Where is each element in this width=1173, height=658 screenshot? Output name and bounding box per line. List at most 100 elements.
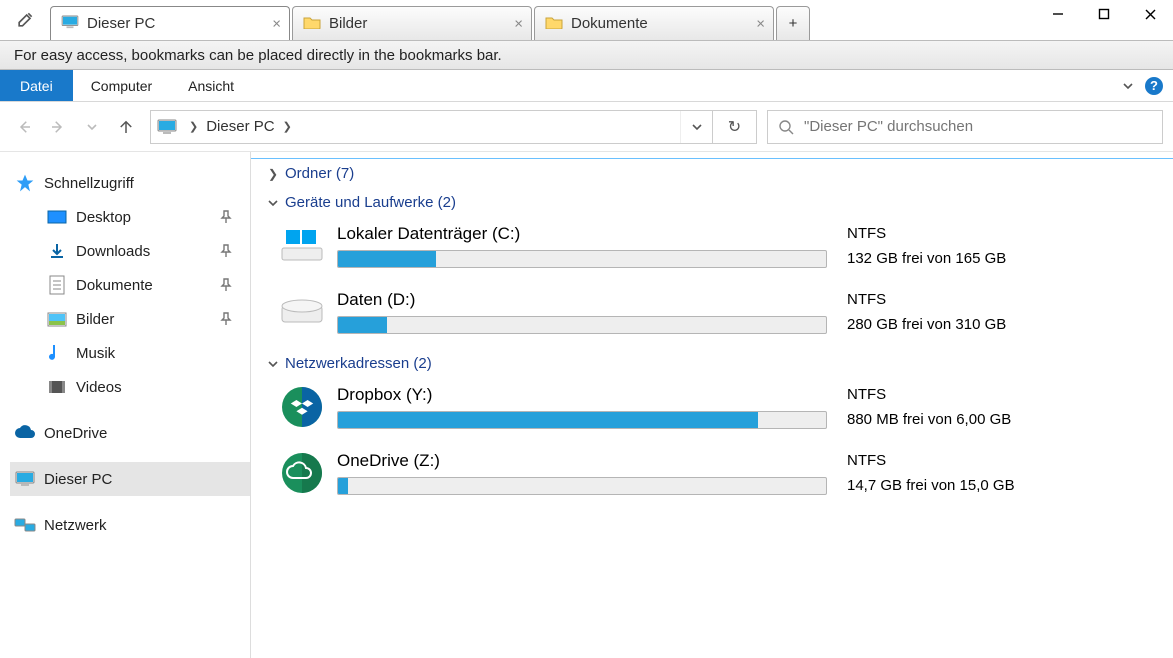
sidebar-quick-access[interactable]: Schnellzugriff xyxy=(10,166,250,200)
tab-close-icon[interactable]: × xyxy=(514,15,523,32)
help-icon[interactable]: ? xyxy=(1145,77,1163,95)
music-icon xyxy=(46,342,68,364)
drive-meta: NTFS 880 MB frei von 6,00 GB xyxy=(847,386,1011,428)
drive-free-text: 132 GB frei von 165 GB xyxy=(847,250,1006,267)
tab-close-icon[interactable]: × xyxy=(756,15,765,32)
bookmarks-hint-bar: For easy access, bookmarks can be placed… xyxy=(0,40,1173,70)
breadcrumb-dropdown-icon[interactable] xyxy=(680,111,712,143)
sidebar-item-videos[interactable]: Videos xyxy=(36,370,250,404)
tab-2[interactable]: Dokumente × xyxy=(534,6,774,40)
tab-1[interactable]: Bilder × xyxy=(292,6,532,40)
drive-local-c[interactable]: Lokaler Datenträger (C:) NTFS 132 GB frei … xyxy=(251,217,1173,283)
menu-computer[interactable]: Computer xyxy=(73,70,170,101)
star-icon xyxy=(14,172,36,194)
sidebar-item-documents[interactable]: Dokumente xyxy=(36,268,250,302)
section-label: Ordner xyxy=(285,165,332,182)
this-pc-icon xyxy=(151,119,183,135)
chevron-right-icon[interactable]: ❯ xyxy=(183,120,204,133)
nav-up-icon[interactable] xyxy=(112,113,140,141)
drive-free-text: 880 MB frei von 6,00 GB xyxy=(847,411,1011,428)
drive-usage-bar xyxy=(337,250,827,268)
nav-forward-icon[interactable] xyxy=(44,113,72,141)
tab-label: Dokumente xyxy=(571,15,648,32)
sidebar-item-desktop[interactable]: Desktop xyxy=(36,200,250,234)
sidebar-network[interactable]: Netzwerk xyxy=(10,508,250,542)
settings-wrench-icon[interactable] xyxy=(0,0,50,40)
chevron-down-icon xyxy=(265,359,281,369)
network-icon xyxy=(14,514,36,536)
drive-filesystem: NTFS xyxy=(847,225,1006,242)
section-count: (7) xyxy=(336,165,354,182)
downloads-icon xyxy=(46,240,68,262)
drive-name: Daten (D:) xyxy=(337,290,827,310)
new-tab-button[interactable]: + xyxy=(776,6,810,40)
drive-filesystem: NTFS xyxy=(847,386,1011,403)
tab-0[interactable]: Dieser PC × xyxy=(50,6,290,40)
pin-icon xyxy=(220,312,232,326)
search-icon xyxy=(778,119,794,135)
breadcrumb[interactable]: ❯ Dieser PC ❯ xyxy=(150,110,713,144)
section-label: Geräte und Laufwerke xyxy=(285,194,433,211)
drive-icon xyxy=(279,384,325,430)
window-controls xyxy=(1035,0,1173,28)
folder-icon xyxy=(545,15,563,33)
sidebar-label: Netzwerk xyxy=(44,517,107,534)
sidebar-onedrive[interactable]: OneDrive xyxy=(10,416,250,450)
drive-name: OneDrive (Z:) xyxy=(337,451,827,471)
search-box[interactable] xyxy=(767,110,1163,144)
nav-back-icon[interactable] xyxy=(10,113,38,141)
pin-icon xyxy=(220,210,232,224)
pictures-icon xyxy=(46,308,68,330)
sidebar-label: Dieser PC xyxy=(44,471,112,488)
chevron-right-icon[interactable]: ❯ xyxy=(277,120,298,133)
section-folders[interactable]: ❯ Ordner (7) xyxy=(251,158,1173,188)
drive-dropbox-y[interactable]: Dropbox (Y:) NTFS 880 MB frei von 6,00 GB xyxy=(251,378,1173,444)
sidebar-item-music[interactable]: Musik xyxy=(36,336,250,370)
minimize-icon[interactable] xyxy=(1035,0,1081,28)
ribbon-collapse-icon[interactable] xyxy=(1121,79,1135,93)
section-count: (2) xyxy=(438,194,456,211)
section-count: (2) xyxy=(413,355,431,372)
breadcrumb-root[interactable]: Dieser PC xyxy=(204,118,276,135)
drive-icon xyxy=(279,289,325,335)
pin-icon xyxy=(220,278,232,292)
bookmarks-hint-text: For easy access, bookmarks can be placed… xyxy=(14,47,502,64)
section-label: Netzwerkadressen xyxy=(285,355,409,372)
drive-free-text: 14,7 GB frei von 15,0 GB xyxy=(847,477,1015,494)
drive-filesystem: NTFS xyxy=(847,291,1006,308)
sidebar-item-downloads[interactable]: Downloads xyxy=(36,234,250,268)
tab-label: Bilder xyxy=(329,15,367,32)
drive-filesystem: NTFS xyxy=(847,452,1015,469)
menu-bar: Datei Computer Ansicht ? xyxy=(0,70,1173,102)
refresh-icon[interactable]: ↻ xyxy=(713,110,757,144)
drive-name: Lokaler Datenträger (C:) xyxy=(337,224,827,244)
sidebar-label: OneDrive xyxy=(44,425,107,442)
menu-view[interactable]: Ansicht xyxy=(170,70,252,101)
chevron-right-icon: ❯ xyxy=(265,167,281,181)
this-pc-icon xyxy=(14,468,36,490)
menu-file[interactable]: Datei xyxy=(0,70,73,101)
documents-icon xyxy=(46,274,68,296)
drive-free-text: 280 GB frei von 310 GB xyxy=(847,316,1006,333)
drive-data-d[interactable]: Daten (D:) NTFS 280 GB frei von 310 GB xyxy=(251,283,1173,349)
drive-meta: NTFS 280 GB frei von 310 GB xyxy=(847,291,1006,333)
close-icon[interactable] xyxy=(1127,0,1173,28)
tab-label: Dieser PC xyxy=(87,15,155,32)
sidebar-item-label: Dokumente xyxy=(76,277,153,294)
sidebar-this-pc[interactable]: Dieser PC xyxy=(10,462,250,496)
sidebar-item-label: Desktop xyxy=(76,209,131,226)
section-network-locations[interactable]: Netzwerkadressen (2) xyxy=(251,349,1173,378)
drive-onedrive-z[interactable]: OneDrive (Z:) NTFS 14,7 GB frei von 15,0 G… xyxy=(251,444,1173,510)
drive-meta: NTFS 132 GB frei von 165 GB xyxy=(847,225,1006,267)
nav-recent-icon[interactable] xyxy=(78,113,106,141)
tab-close-icon[interactable]: × xyxy=(272,15,281,32)
sidebar-item-pictures[interactable]: Bilder xyxy=(36,302,250,336)
drive-meta: NTFS 14,7 GB frei von 15,0 GB xyxy=(847,452,1015,494)
drive-usage-bar xyxy=(337,316,827,334)
search-input[interactable] xyxy=(804,118,1152,135)
main-pane: ❯ Ordner (7) Geräte und Laufwerke (2) Lo… xyxy=(250,152,1173,658)
maximize-icon[interactable] xyxy=(1081,0,1127,28)
section-drives[interactable]: Geräte und Laufwerke (2) xyxy=(251,188,1173,217)
drive-name: Dropbox (Y:) xyxy=(337,385,827,405)
tab-strip: Dieser PC × Bilder × Dokumente × + xyxy=(50,0,812,40)
